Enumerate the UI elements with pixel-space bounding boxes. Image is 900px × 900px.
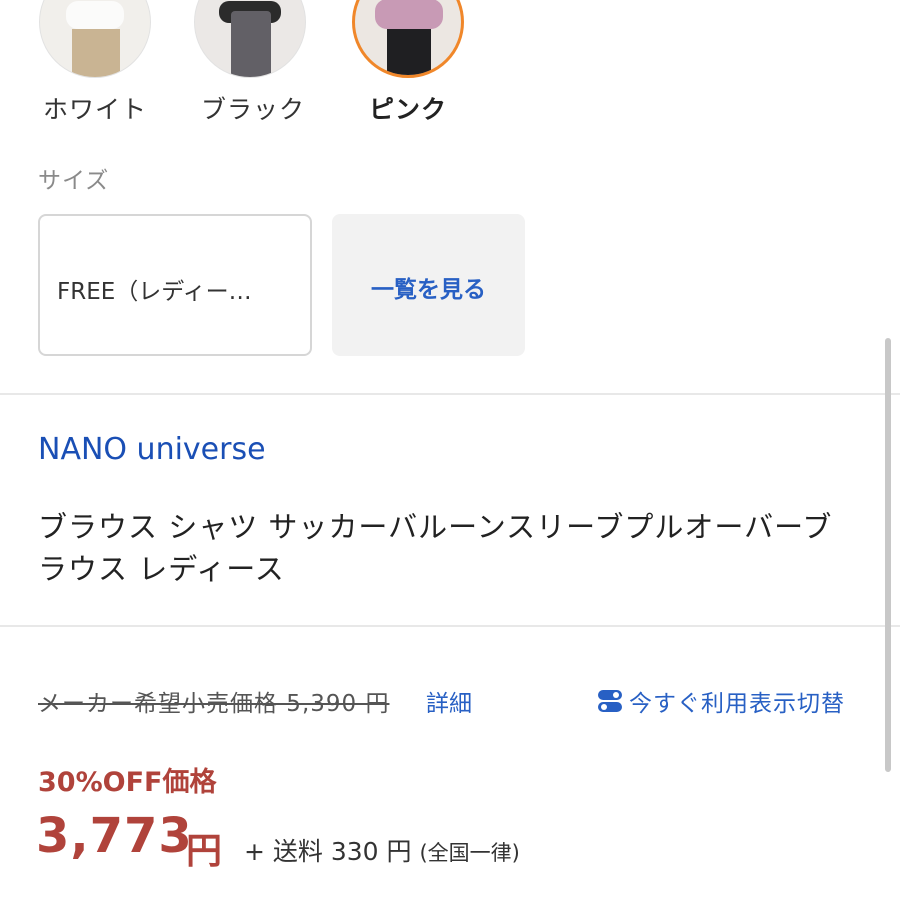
sale-price: 3,773	[36, 808, 193, 864]
color-swatch-white[interactable]	[39, 0, 151, 78]
size-select[interactable]: FREE（レディー…	[38, 214, 312, 356]
pink-blouse-image	[375, 0, 443, 29]
white-blouse-image	[66, 1, 124, 29]
shipping-fee-text: + 送料 330 円	[244, 837, 412, 866]
gray-jumper-image	[231, 11, 271, 77]
shipping-fee: + 送料 330 円 (全国一律)	[244, 832, 520, 868]
swatch-label-white: ホワイト	[43, 95, 148, 124]
size-select-value: FREE（レディー…	[57, 279, 252, 305]
section-divider	[0, 393, 900, 395]
color-swatch-pink[interactable]	[352, 0, 464, 78]
shipping-note: (全国一律)	[419, 841, 520, 865]
scrollbar[interactable]	[885, 338, 891, 772]
list-price: メーカー希望小売価格 5,390 円	[38, 691, 390, 717]
swatch-label-black: ブラック	[201, 95, 306, 124]
discount-label: 30%OFF価格	[38, 767, 217, 798]
section-divider	[0, 625, 900, 627]
toggle-switch-icon	[596, 687, 624, 715]
brand-link[interactable]: NANO universe	[38, 432, 266, 467]
beige-pants-image	[72, 29, 120, 77]
color-swatch-row: ホワイト ブラック ピンク	[0, 0, 900, 130]
color-swatch-black[interactable]	[194, 0, 306, 78]
product-title: ブラウス シャツ サッカーバルーンスリーブプルオーバーブラウス レディース	[38, 510, 833, 586]
size-list-button-label: 一覧を見る	[371, 277, 486, 303]
details-link[interactable]: 詳細	[426, 684, 472, 718]
display-toggle-button[interactable]: 今すぐ利用表示切替	[596, 684, 845, 718]
size-list-button[interactable]: 一覧を見る	[332, 214, 525, 356]
black-pants-image	[387, 29, 431, 75]
display-toggle-label: 今すぐ利用表示切替	[629, 691, 845, 717]
size-section-label: サイズ	[38, 168, 110, 194]
sale-price-unit: 円	[186, 831, 223, 872]
swatch-label-pink: ピンク	[369, 95, 448, 124]
